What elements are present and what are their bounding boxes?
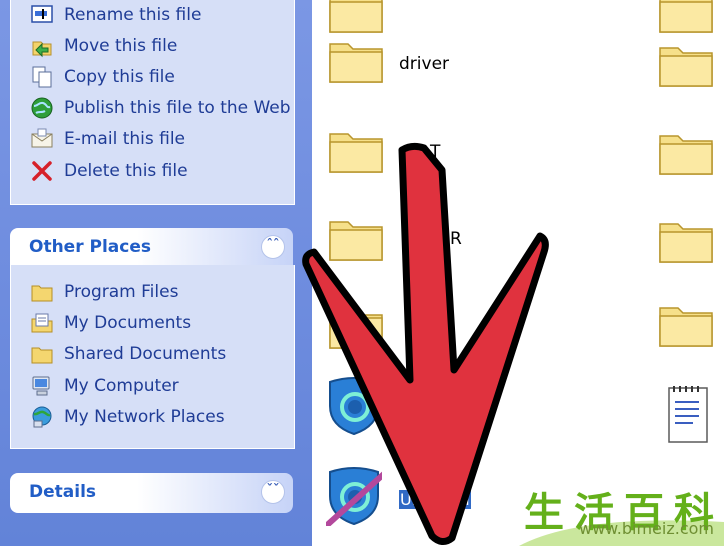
globe-icon [31,97,53,119]
notepad-file-icon[interactable] [666,382,712,446]
folder-icon[interactable] [658,128,714,176]
task-label: Move this file [64,36,178,56]
down-arrow-icon [302,142,549,545]
folder-icon[interactable] [658,300,714,348]
file-name[interactable]: driver [399,54,449,74]
collapse-chevron-icon[interactable]: ˆˆ [261,235,285,259]
email-icon [31,128,53,148]
rename-file-task[interactable]: Rename this file [30,2,201,28]
place-label: Shared Documents [64,344,227,364]
details-header[interactable]: Details ˇˇ [10,473,293,513]
publish-file-task[interactable]: Publish this file to the Web [30,95,291,121]
folder-icon [31,285,53,302]
move-file-task[interactable]: Move this file [30,33,177,59]
delete-icon [32,161,52,181]
task-label: Publish this file to the Web [64,98,291,118]
task-label: E-mail this file [64,129,186,149]
folder-icon[interactable] [328,36,384,84]
place-shared-documents[interactable]: Shared Documents [30,341,226,367]
delete-file-task[interactable]: Delete this file [30,158,188,184]
copy-icon [32,66,52,88]
network-icon [32,406,52,428]
email-file-task[interactable]: E-mail this file [30,126,185,152]
rename-icon [31,5,53,23]
place-program-files[interactable]: Program Files [30,279,178,305]
folder-icon [31,347,53,364]
move-icon [32,41,52,58]
expand-chevron-icon[interactable]: ˇˇ [261,480,285,504]
place-my-documents[interactable]: My Documents [30,310,191,336]
panel-title: Other Places [29,237,151,257]
folder-icon[interactable] [328,0,384,34]
place-my-computer[interactable]: My Computer [30,373,179,399]
place-label: My Network Places [64,407,225,427]
place-my-network-places[interactable]: My Network Places [30,404,225,430]
folder-icon[interactable] [658,40,714,88]
folder-icon[interactable] [658,216,714,264]
other-places-header[interactable]: Other Places ˆˆ [10,228,293,266]
task-label: Copy this file [64,67,175,87]
folder-icon[interactable] [658,0,714,34]
computer-icon [32,376,50,396]
explorer-task-pane: Rename this file Move this file Copy thi… [0,0,312,546]
copy-file-task[interactable]: Copy this file [30,64,175,90]
place-label: My Computer [64,376,179,396]
place-label: My Documents [64,313,192,333]
task-label: Rename this file [64,5,202,25]
watermark-url: www.bimeiz.com [578,519,714,538]
my-documents-icon [31,313,53,333]
panel-title: Details [29,482,97,502]
place-label: Program Files [64,282,179,302]
task-label: Delete this file [64,161,188,181]
